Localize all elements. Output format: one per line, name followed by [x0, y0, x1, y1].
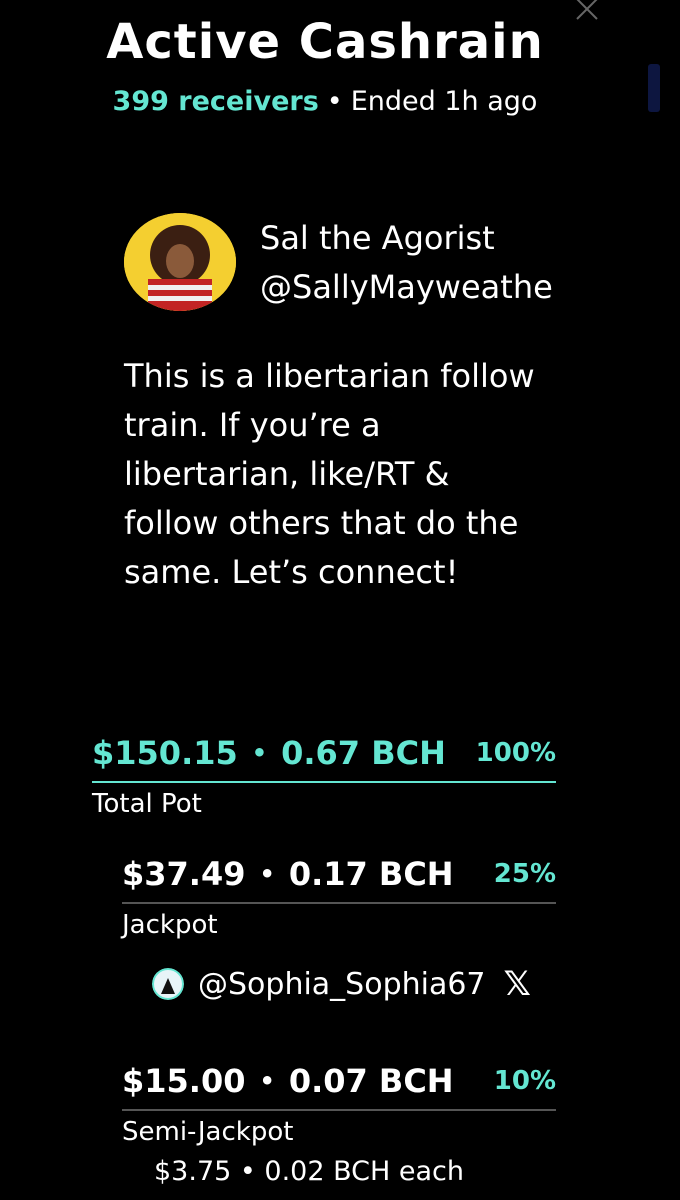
- jackpot-label: Jackpot: [122, 910, 218, 940]
- author-card[interactable]: Sal the Agorist @SallyMayweathe: [124, 213, 644, 313]
- total-pot-usd: $150.15: [92, 734, 238, 772]
- winner-avatar: [152, 968, 184, 1000]
- separator-dot: •: [251, 739, 268, 767]
- page-title: Active Cashrain: [106, 14, 544, 70]
- receivers-count: 399 receivers: [112, 86, 319, 117]
- author-handle[interactable]: @SallyMayweathe: [260, 268, 553, 306]
- divider: [92, 781, 556, 783]
- avatar[interactable]: [124, 213, 236, 311]
- semi-jackpot-each: $3.75 • 0.02 BCH each: [154, 1156, 464, 1187]
- semi-jackpot-label: Semi-Jackpot: [122, 1117, 294, 1147]
- semi-jackpot-bch: 0.07 BCH: [288, 1062, 454, 1100]
- total-pot-percent: 100%: [475, 738, 556, 768]
- ended-status: Ended 1h ago: [350, 86, 538, 117]
- jackpot-bch: 0.17 BCH: [288, 855, 454, 893]
- total-pot-bch: 0.67 BCH: [281, 734, 446, 772]
- jackpot-usd: $37.49: [122, 855, 246, 893]
- total-pot: $150.15 • 0.67 BCH 100% Total Pot: [92, 731, 556, 819]
- separator-dot: •: [259, 860, 275, 888]
- x-logo-icon[interactable]: 𝕏: [504, 964, 531, 1004]
- separator-dot: •: [326, 86, 343, 117]
- jackpot-winner[interactable]: @Sophia_Sophia67 𝕏: [152, 962, 572, 1006]
- author-name: Sal the Agorist: [260, 219, 495, 257]
- total-pot-label: Total Pot: [92, 789, 202, 819]
- semi-jackpot: $15.00 • 0.07 BCH 10% Semi-Jackpot: [122, 1059, 556, 1147]
- divider: [122, 1109, 556, 1111]
- divider: [122, 902, 556, 904]
- winner-handle[interactable]: @Sophia_Sophia67: [198, 967, 486, 1002]
- cashrain-message: This is a libertarian follow train. If y…: [124, 357, 535, 591]
- separator-dot: •: [259, 1067, 275, 1095]
- jackpot-percent: 25%: [493, 859, 556, 889]
- semi-jackpot-usd: $15.00: [122, 1062, 246, 1100]
- semi-jackpot-percent: 10%: [493, 1066, 556, 1096]
- cashrain-status: 399 receivers • Ended 1h ago: [0, 86, 650, 117]
- jackpot: $37.49 • 0.17 BCH 25% Jackpot: [122, 852, 556, 940]
